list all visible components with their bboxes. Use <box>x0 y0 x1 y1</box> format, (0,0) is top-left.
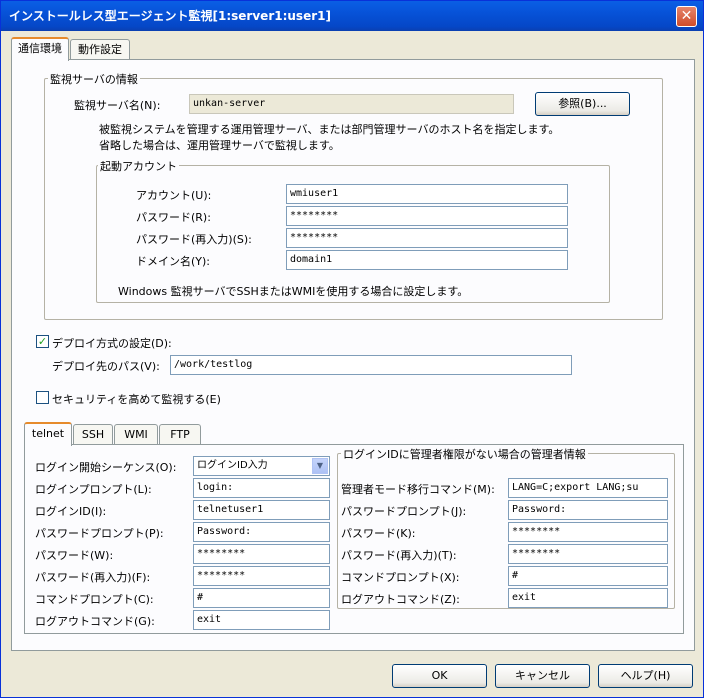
login-prompt-label: ログインプロンプト(L): <box>35 483 152 496</box>
logout-command-label: ログアウトコマンド(G): <box>35 615 155 628</box>
account-field[interactable]: wmiuser1 <box>286 184 568 204</box>
telnet-password-confirm-field[interactable]: ******** <box>193 566 330 586</box>
check-icon: ✓ <box>37 335 48 348</box>
startup-account-note: Windows 監視サーバでSSHまたはWMIを使用する場合に設定します。 <box>118 285 469 298</box>
login-prompt-field[interactable]: login: <box>193 478 330 498</box>
deploy-checkbox-label: デプロイ方式の設定(D): <box>52 337 172 350</box>
security-checkbox-label: セキュリティを高めて監視する(E) <box>52 393 221 406</box>
account-password-label: パスワード(R): <box>136 211 211 224</box>
main-tab-panel: 監視サーバの情報 監視サーバ名(N): unkan-server 参照(B)..… <box>11 59 695 651</box>
login-id-field[interactable]: telnetuser1 <box>193 500 330 520</box>
cancel-button[interactable]: キャンセル <box>495 664 590 688</box>
admin-command-prompt-label: コマンドプロンプト(X): <box>341 571 460 584</box>
domain-field[interactable]: domain1 <box>286 250 568 270</box>
monitor-server-description-2: 省略した場合は、運用管理サーバで監視します。 <box>99 139 340 152</box>
close-button[interactable]: ✕ <box>676 6 697 27</box>
admin-logout-command-label: ログアウトコマンド(Z): <box>341 593 460 606</box>
admin-mode-command-field[interactable]: LANG=C;export LANG;su <box>508 478 668 498</box>
admin-password-field[interactable]: ******** <box>508 522 668 542</box>
tab-communication-label: 通信環境 <box>18 42 62 55</box>
dialog-window: インストールレス型エージェント監視[1:server1:user1] ✕ 通信環… <box>0 0 704 698</box>
command-prompt-label: コマンドプロンプト(C): <box>35 593 154 606</box>
admin-password-prompt-field[interactable]: Password: <box>508 500 668 520</box>
deploy-checkbox[interactable]: ✓ <box>36 335 49 348</box>
password-prompt-label: パスワードプロンプト(P): <box>35 527 164 540</box>
admin-logout-command-field[interactable]: exit <box>508 588 668 608</box>
deploy-path-field[interactable]: /work/testlog <box>170 355 572 375</box>
window-title: インストールレス型エージェント監視[1:server1:user1] <box>9 9 331 23</box>
monitor-server-description-1: 被監視システムを管理する運用管理サーバ、または部門管理サーバのホスト名を指定しま… <box>99 123 560 136</box>
tab-telnet-label: telnet <box>31 427 65 440</box>
tab-behavior-settings[interactable]: 動作設定 <box>70 39 130 61</box>
admin-password-label: パスワード(K): <box>341 527 416 540</box>
close-icon: ✕ <box>680 8 693 24</box>
domain-label: ドメイン名(Y): <box>136 255 211 268</box>
tab-ssh-label: SSH <box>81 428 105 441</box>
tab-ftp-label: FTP <box>170 428 190 441</box>
login-sequence-select[interactable]: ログインID入力 ▼ <box>193 456 330 476</box>
admin-password-confirm-label: パスワード(再入力)(T): <box>341 549 457 562</box>
chevron-down-icon[interactable]: ▼ <box>312 458 328 474</box>
tab-ssh[interactable]: SSH <box>73 424 113 446</box>
tab-wmi-label: WMI <box>124 428 148 441</box>
tab-ftp[interactable]: FTP <box>159 424 201 446</box>
telnet-password-confirm-label: パスワード(再入力)(F): <box>35 571 151 584</box>
help-button[interactable]: ヘルプ(H) <box>598 664 693 688</box>
account-label: アカウント(U): <box>136 189 212 202</box>
monitor-server-name-label: 監視サーバ名(N): <box>74 99 161 112</box>
browse-button[interactable]: 参照(B)... <box>535 92 630 116</box>
security-checkbox[interactable] <box>36 391 49 404</box>
account-password-field[interactable]: ******** <box>286 206 568 226</box>
tab-behavior-label: 動作設定 <box>78 43 122 56</box>
account-password-confirm-label: パスワード(再入力)(S): <box>136 233 252 246</box>
tab-communication[interactable]: 通信環境 <box>11 37 69 61</box>
telnet-password-field[interactable]: ******** <box>193 544 330 564</box>
logout-command-field[interactable]: exit <box>193 610 330 630</box>
protocol-tab-panel: ログイン開始シーケンス(O): ログインID入力 ▼ ログインプロンプト(L):… <box>24 444 684 634</box>
account-password-confirm-field[interactable]: ******** <box>286 228 568 248</box>
title-bar[interactable]: インストールレス型エージェント監視[1:server1:user1] ✕ <box>1 1 703 31</box>
login-id-label: ログインID(I): <box>35 505 107 518</box>
monitor-server-group-title: 監視サーバの情報 <box>48 71 140 87</box>
admin-password-prompt-label: パスワードプロンプト(J): <box>341 505 467 518</box>
deploy-path-label: デプロイ先のパス(V): <box>52 360 160 373</box>
telnet-password-label: パスワード(W): <box>35 549 114 562</box>
ok-button[interactable]: OK <box>392 664 487 688</box>
password-prompt-field[interactable]: Password: <box>193 522 330 542</box>
login-sequence-value: ログインID入力 <box>197 460 268 471</box>
tab-wmi[interactable]: WMI <box>114 424 158 446</box>
monitor-server-name-field[interactable]: unkan-server <box>189 94 514 114</box>
admin-mode-command-label: 管理者モード移行コマンド(M): <box>341 483 495 496</box>
startup-account-group-title: 起動アカウント <box>98 158 179 174</box>
admin-info-group-title: ログインIDに管理者権限がない場合の管理者情報 <box>341 446 588 462</box>
admin-password-confirm-field[interactable]: ******** <box>508 544 668 564</box>
command-prompt-field[interactable]: # <box>193 588 330 608</box>
admin-command-prompt-field[interactable]: # <box>508 566 668 586</box>
tab-telnet[interactable]: telnet <box>24 422 72 446</box>
login-sequence-label: ログイン開始シーケンス(O): <box>35 461 177 474</box>
